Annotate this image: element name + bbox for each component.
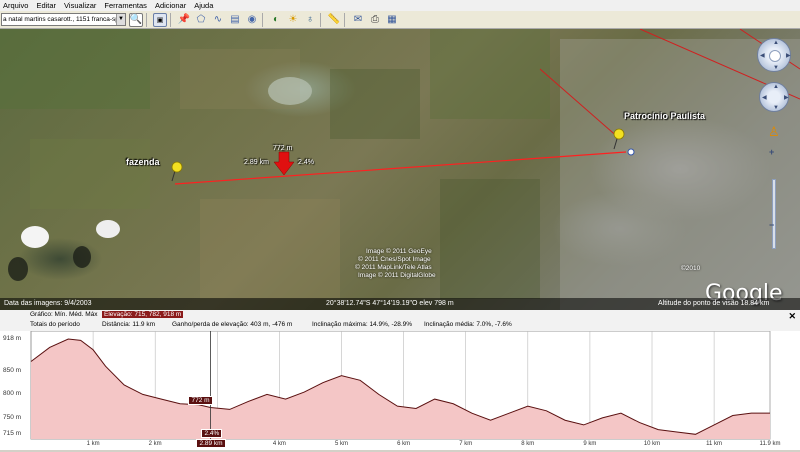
toolbar-separator [170, 12, 171, 27]
x-tick-label: 9 km [583, 441, 597, 447]
x-tick-label: 8 km [521, 441, 535, 447]
ruler-icon[interactable]: 📏 [327, 13, 341, 27]
menu-visualizar[interactable]: Visualizar [64, 1, 96, 10]
planets-icon[interactable]: ♁ [303, 13, 317, 27]
look-control[interactable]: ▲ ▼ ◀ ▶ [757, 38, 791, 72]
street-view-pegman-icon[interactable]: ♙ [768, 124, 780, 140]
copyright-year: ©2010 [681, 265, 701, 272]
zoom-slider[interactable] [772, 179, 776, 249]
menu-arquivo[interactable]: Arquivo [3, 1, 28, 10]
elevation-stats: Elevação: 715, 782, 918 m [102, 311, 184, 318]
gain-loss-stat: Ganho/perda de elevação: 403 m, -476 m [172, 321, 293, 328]
x-tick-label: 2 km [148, 441, 162, 447]
x-tick-label: 1 km [86, 441, 100, 447]
toolbar: a natal martins casarott., 1151 franca-s… [0, 11, 800, 29]
overlay-icon[interactable]: ▤ [228, 13, 242, 27]
distance-label: 2.89 km [244, 159, 269, 166]
elevation-chart[interactable]: 918 m850 m800 m750 m715 m 1 km2 km3 km4 … [0, 330, 800, 450]
cloud-shadow [73, 246, 91, 268]
menu-editar[interactable]: Editar [36, 1, 56, 10]
y-tick-label: 750 m [3, 413, 22, 421]
placemark-label-fazenda[interactable]: fazenda [126, 157, 160, 167]
placemark-icon[interactable]: 📌 [177, 13, 191, 27]
graph-label: Gráfico: Mín. Méd. Máx [30, 311, 98, 318]
x-tick-label: 10 km [643, 441, 661, 447]
polygon-icon[interactable]: ⬠ [194, 13, 208, 27]
x-tick-label: 7 km [459, 441, 473, 447]
cursor-distance-tooltip: 2.89 km [196, 439, 226, 448]
x-tick-label: 11 km [706, 441, 723, 447]
search-value: a natal martins casarott., 1151 franca-s… [3, 16, 119, 23]
map-status-bar: Data das imagens: 9/4/2003 20°38'12.74"S… [0, 298, 800, 310]
position-arrow-icon [273, 151, 295, 176]
profile-header: Gráfico: Mín. Méd. Máx Elevação: 715, 78… [0, 310, 800, 331]
cloud [96, 220, 120, 238]
x-tick-label: 5 km [334, 441, 349, 447]
x-tick-label: 6 km [397, 441, 411, 447]
cursor-coordinates: 20°38'12.74"S 47°14'19.19"O elev 798 m [326, 300, 454, 307]
zoom-in-icon[interactable]: + [769, 147, 774, 157]
move-control[interactable]: ▲ ▼ ◀ ▶ [759, 82, 789, 112]
menu-adicionar[interactable]: Adicionar [155, 1, 186, 10]
cursor-elevation-tooltip: 772 m [188, 395, 213, 405]
measured-path[interactable] [174, 151, 627, 185]
cloud [21, 226, 49, 248]
toolbar-separator [344, 12, 345, 27]
toolbar-separator [262, 12, 263, 27]
imagery-credit: Image © 2011 DigitalGlobe [358, 272, 436, 279]
menu-bar: Arquivo Editar Visualizar Ferramentas Ad… [0, 0, 800, 11]
grade-label: 2.4% [298, 159, 314, 166]
email-icon[interactable]: ✉ [351, 13, 365, 27]
totals-label: Totais do período [30, 321, 80, 328]
imagery-credit: © 2011 MapLink/Tele Atlas [355, 264, 432, 271]
cursor-grade-tooltip: 2.4% [201, 429, 223, 438]
dropdown-arrow-icon[interactable]: ▼ [116, 14, 125, 25]
y-tick-label: 800 m [3, 390, 22, 398]
elevation-marker-label: 772 m [273, 145, 293, 152]
elevation-chart-svg [30, 330, 771, 440]
path-icon[interactable]: ∿ [211, 13, 225, 27]
cloud-shadow [8, 257, 28, 281]
y-tick-label: 850 m [3, 366, 22, 374]
toolbar-separator [320, 12, 321, 27]
y-tick-label: 918 m [3, 334, 22, 342]
elevation-profile-panel: Gráfico: Mín. Méd. Máx Elevação: 715, 78… [0, 310, 800, 450]
avg-slope-stat: Inclinação média: 7.0%, -7.6% [424, 321, 512, 328]
print-icon[interactable]: ⎙ [368, 13, 382, 27]
tour-icon[interactable]: ◉ [245, 13, 259, 27]
imagery-credit: Image © 2011 GeoEye [366, 248, 432, 255]
search-icon[interactable]: 🔍 [129, 12, 143, 27]
distance-stat: Distância: 11.9 km [102, 321, 155, 328]
path-end-icon [627, 148, 635, 156]
x-tick-label: 4 km [272, 441, 286, 447]
max-slope-stat: Inclinação máxima: 14.9%, -28.9% [312, 321, 413, 328]
historical-imagery-icon[interactable]: ◐ [269, 13, 283, 27]
menu-ajuda[interactable]: Ajuda [194, 1, 213, 10]
placemark-label-city[interactable]: Patrocínio Paulista [624, 111, 705, 121]
pushpin-icon[interactable] [171, 161, 183, 182]
imagery-credit: © 2011 Cnes/Spot Image [358, 256, 431, 263]
imagery-date: Data das imagens: 9/4/2003 [4, 300, 92, 307]
search-input[interactable]: a natal martins casarott., 1151 franca-s… [1, 13, 126, 26]
close-icon[interactable]: ✕ [788, 311, 796, 322]
eye-altitude: Altitude do ponto de visão 18.84 km [658, 300, 770, 307]
x-tick-label: 11.9 km [759, 441, 781, 447]
sidebar-toggle-icon[interactable]: ▣ [153, 12, 167, 27]
lake [268, 77, 312, 105]
zoom-out-icon[interactable]: − [769, 220, 774, 230]
sunlight-icon[interactable]: ☀ [286, 13, 300, 27]
map-view[interactable]: fazenda Patrocínio Paulista 772 m 2.89 k… [0, 29, 800, 310]
menu-ferramentas[interactable]: Ferramentas [104, 1, 147, 10]
y-tick-label: 715 m [3, 430, 22, 438]
google-maps-icon[interactable]: ▦ [385, 13, 399, 27]
toolbar-separator [146, 12, 147, 27]
